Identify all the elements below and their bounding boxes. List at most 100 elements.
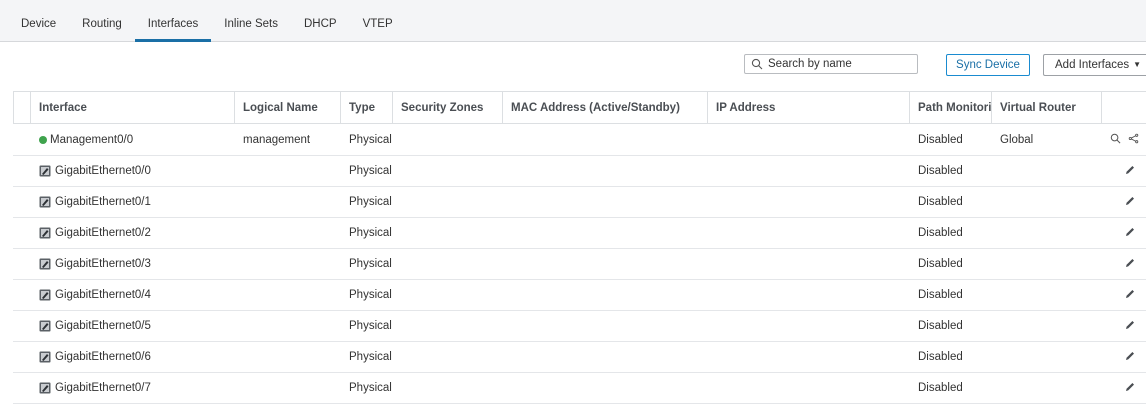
tab-routing[interactable]: Routing bbox=[69, 0, 135, 42]
cell-logical-name bbox=[234, 187, 340, 217]
cell-virtual-router bbox=[991, 249, 1101, 279]
row-actions bbox=[1124, 342, 1136, 372]
table-row[interactable]: GigabitEthernet0/6 Physical Disabled bbox=[13, 342, 1146, 373]
cell-interface: GigabitEthernet0/3 bbox=[30, 249, 234, 279]
cell-mac bbox=[502, 373, 707, 403]
header-interface[interactable]: Interface bbox=[30, 92, 234, 123]
header-security-zones[interactable]: Security Zones bbox=[392, 92, 502, 123]
cell-virtual-router bbox=[991, 373, 1101, 403]
cell-ip bbox=[707, 218, 909, 248]
header-logical-name[interactable]: Logical Name bbox=[234, 92, 340, 123]
cell-security-zones bbox=[392, 156, 502, 186]
table-row[interactable]: GigabitEthernet0/2 Physical Disabled bbox=[13, 218, 1146, 249]
column-divider bbox=[13, 92, 14, 123]
tab-dhcp[interactable]: DHCP bbox=[291, 0, 350, 42]
table-body: Management0/0 management Physical Disabled G… bbox=[13, 124, 1146, 404]
search-box[interactable] bbox=[744, 54, 918, 74]
interface-icon bbox=[39, 289, 51, 301]
edit-icon[interactable] bbox=[1124, 319, 1136, 334]
cell-mac bbox=[502, 311, 707, 341]
table-row[interactable]: GigabitEthernet0/5 Physical Disabled bbox=[13, 311, 1146, 342]
interface-name: GigabitEthernet0/5 bbox=[55, 320, 151, 332]
interface-name: GigabitEthernet0/6 bbox=[55, 351, 151, 363]
cell-logical-name bbox=[234, 280, 340, 310]
row-actions bbox=[1124, 311, 1136, 341]
cell-mac bbox=[502, 249, 707, 279]
interface-icon bbox=[39, 227, 51, 239]
cell-type: Physical bbox=[349, 258, 392, 270]
cell-mac bbox=[502, 342, 707, 372]
cell-virtual-router bbox=[991, 218, 1101, 248]
edit-icon[interactable] bbox=[1124, 195, 1136, 210]
edit-icon[interactable] bbox=[1124, 350, 1136, 365]
cell-mac bbox=[502, 280, 707, 310]
cell-path-monitoring: Disabled bbox=[918, 165, 963, 177]
table-row[interactable]: GigabitEthernet0/7 Physical Disabled bbox=[13, 373, 1146, 404]
table-row[interactable]: GigabitEthernet0/3 Physical Disabled bbox=[13, 249, 1146, 280]
edit-icon[interactable] bbox=[1124, 381, 1136, 396]
cell-security-zones bbox=[392, 124, 502, 155]
cell-ip bbox=[707, 342, 909, 372]
device-tabs: Device Routing Interfaces Inline Sets DHCP VT… bbox=[8, 0, 406, 42]
cell-path-monitoring: Disabled bbox=[918, 351, 963, 363]
cell-path-monitoring: Disabled bbox=[918, 227, 963, 239]
caret-down-icon: ▼ bbox=[1133, 60, 1142, 69]
search-icon[interactable] bbox=[1110, 133, 1121, 147]
interface-name: GigabitEthernet0/7 bbox=[55, 382, 151, 394]
search-input[interactable] bbox=[768, 58, 918, 70]
cell-virtual-router bbox=[991, 311, 1101, 341]
table-row[interactable]: GigabitEthernet0/4 Physical Disabled bbox=[13, 280, 1146, 311]
header-mac-address[interactable]: MAC Address (Active/Standby) bbox=[502, 92, 707, 123]
cell-path-monitoring: Disabled bbox=[918, 289, 963, 301]
header-type[interactable]: Type bbox=[340, 92, 392, 123]
row-actions bbox=[1124, 373, 1136, 403]
interfaces-table: Interface Logical Name Type Security Zon… bbox=[13, 91, 1146, 404]
cell-security-zones bbox=[392, 311, 502, 341]
header-path-monitoring[interactable]: Path Monitoring bbox=[909, 92, 991, 123]
edit-icon[interactable] bbox=[1124, 257, 1136, 272]
top-tab-bar: Device Routing Interfaces Inline Sets DHCP VT… bbox=[0, 0, 1146, 42]
edit-icon[interactable] bbox=[1124, 226, 1136, 241]
header-ip-address[interactable]: IP Address bbox=[707, 92, 909, 123]
table-row[interactable]: Management0/0 management Physical Disabled G… bbox=[13, 124, 1146, 156]
cell-security-zones bbox=[392, 280, 502, 310]
interface-name: GigabitEthernet0/0 bbox=[55, 165, 151, 177]
cell-interface: Management0/0 bbox=[30, 124, 234, 155]
table-row[interactable]: GigabitEthernet0/0 Physical Disabled bbox=[13, 156, 1146, 187]
cell-virtual-router: Global bbox=[1000, 133, 1034, 146]
interface-name: GigabitEthernet0/2 bbox=[55, 227, 151, 239]
cell-logical-name bbox=[234, 373, 340, 403]
cell-path-monitoring: Disabled bbox=[918, 258, 963, 270]
cell-interface: GigabitEthernet0/2 bbox=[30, 218, 234, 248]
tab-interfaces[interactable]: Interfaces bbox=[134, 0, 212, 42]
tab-vtep[interactable]: VTEP bbox=[350, 0, 406, 42]
cell-interface: GigabitEthernet0/6 bbox=[30, 342, 234, 372]
add-interfaces-button[interactable]: Add Interfaces ▼ bbox=[1043, 54, 1146, 76]
cell-type: Physical bbox=[349, 133, 392, 146]
interface-name: GigabitEthernet0/3 bbox=[55, 258, 151, 270]
interface-icon bbox=[39, 351, 51, 363]
cell-type: Physical bbox=[349, 320, 392, 332]
cell-interface: GigabitEthernet0/0 bbox=[30, 156, 234, 186]
table-row[interactable]: GigabitEthernet0/1 Physical Disabled bbox=[13, 187, 1146, 218]
header-virtual-router[interactable]: Virtual Router bbox=[991, 92, 1101, 123]
share-icon[interactable] bbox=[1128, 133, 1139, 147]
cell-interface: GigabitEthernet0/7 bbox=[30, 373, 234, 403]
cell-logical-name bbox=[234, 311, 340, 341]
cell-security-zones bbox=[392, 249, 502, 279]
row-actions bbox=[1110, 124, 1139, 155]
cell-type: Physical bbox=[349, 351, 392, 363]
edit-icon[interactable] bbox=[1124, 288, 1136, 303]
cell-ip bbox=[707, 124, 909, 155]
cell-path-monitoring: Disabled bbox=[918, 320, 963, 332]
cell-ip bbox=[707, 311, 909, 341]
edit-icon[interactable] bbox=[1124, 164, 1136, 179]
add-interfaces-label: Add Interfaces bbox=[1055, 59, 1130, 71]
tab-device[interactable]: Device bbox=[8, 0, 69, 42]
column-divider bbox=[1101, 92, 1102, 123]
cell-security-zones bbox=[392, 342, 502, 372]
row-actions bbox=[1124, 187, 1136, 217]
tab-inline-sets[interactable]: Inline Sets bbox=[211, 0, 291, 42]
sync-device-button[interactable]: Sync Device bbox=[946, 54, 1030, 76]
cell-interface: GigabitEthernet0/5 bbox=[30, 311, 234, 341]
